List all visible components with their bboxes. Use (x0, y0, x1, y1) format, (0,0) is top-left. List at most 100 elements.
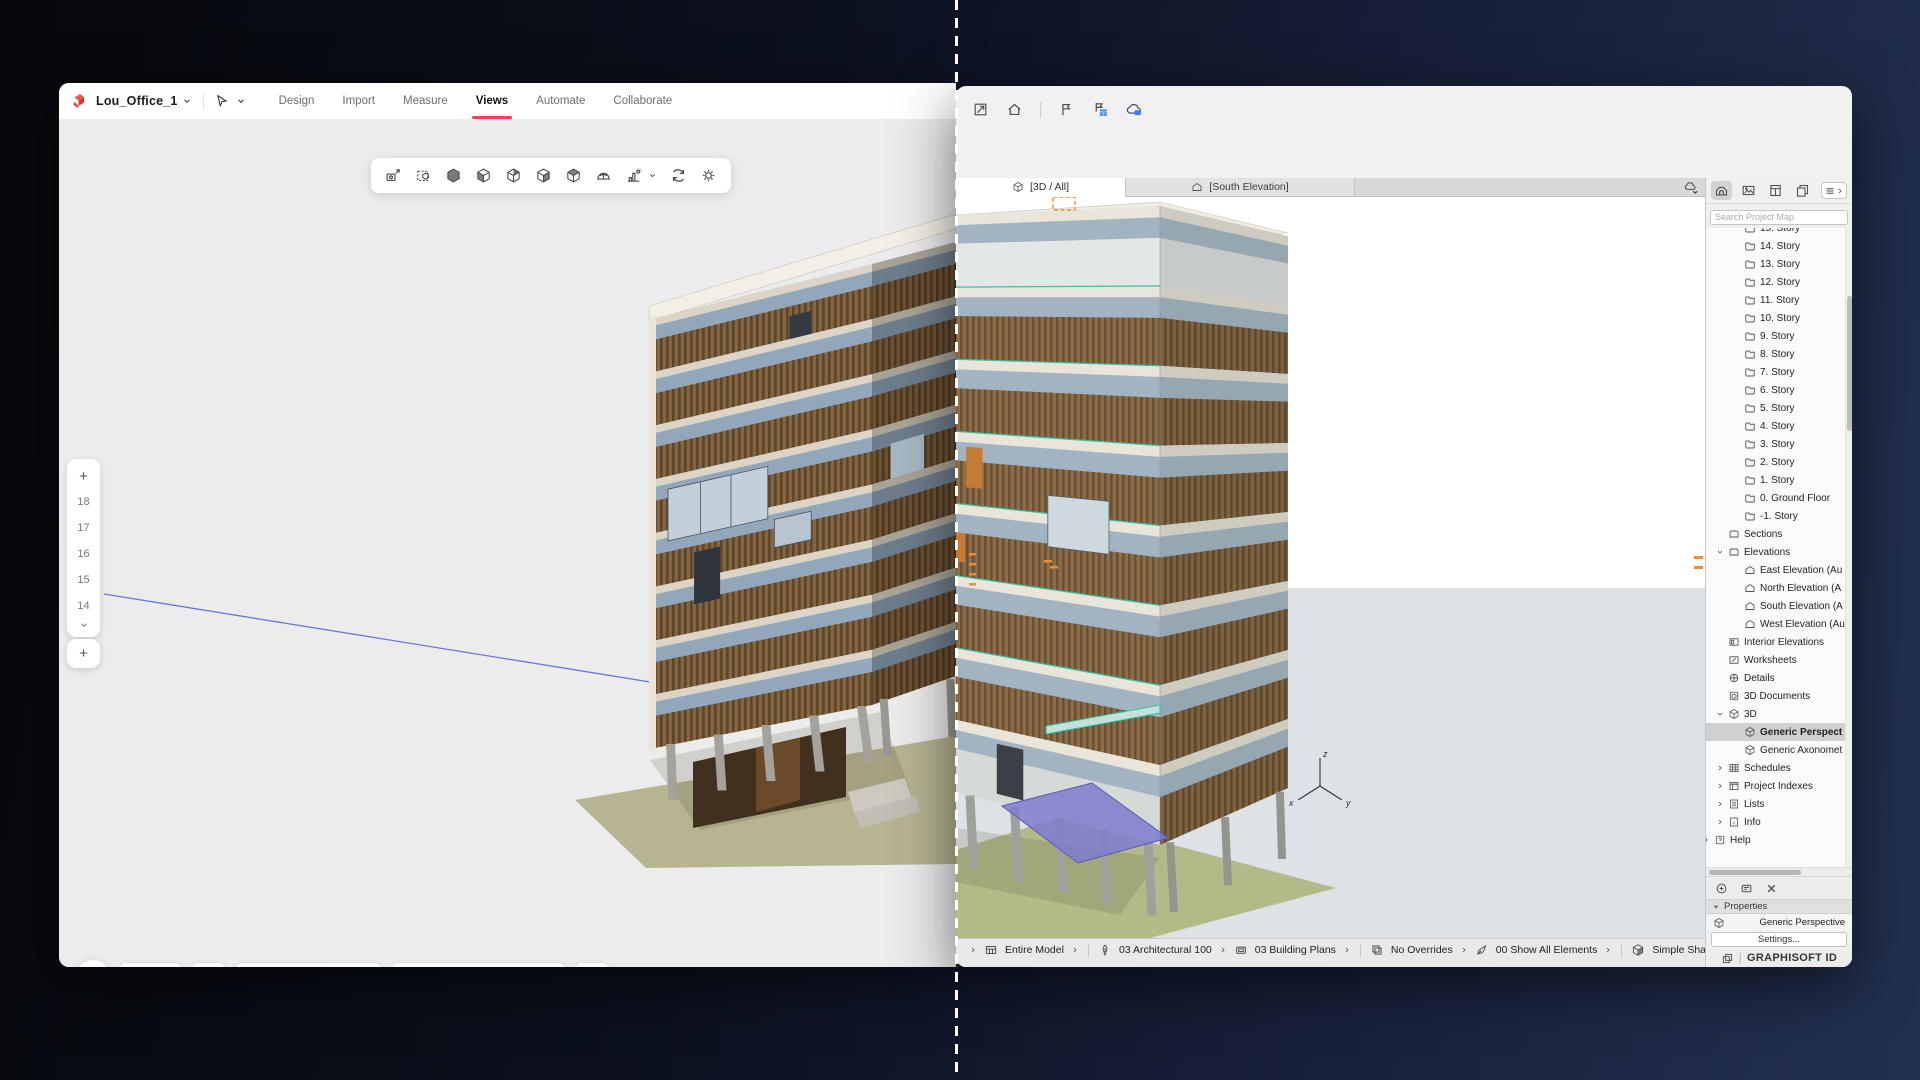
cube-solid-button[interactable] (445, 167, 462, 184)
tree-item-13-story[interactable]: 13. Story (1706, 255, 1845, 273)
project-chevron-down-icon[interactable] (182, 96, 192, 106)
menu-item-automate[interactable]: Automate (522, 83, 599, 119)
section-box-button[interactable] (415, 167, 432, 184)
tree-item-north-elevation-a[interactable]: North Elevation (A (1706, 579, 1845, 597)
tree-item-details[interactable]: Details (1706, 669, 1845, 687)
add-story-button[interactable]: + (67, 639, 100, 668)
tree-item-interior-elevations[interactable]: Interior Elevations (1706, 633, 1845, 651)
status-pen-set[interactable]: 03 Architectural 100 (1119, 944, 1212, 956)
tree-item-east-elevation-au[interactable]: East Elevation (Au (1706, 561, 1845, 579)
status-element-filter[interactable]: 00 Show All Elements (1496, 944, 1598, 956)
tree-item-worksheets[interactable]: Worksheets (1706, 651, 1845, 669)
chev-right-icon[interactable] (1460, 946, 1468, 954)
tree-item-5-story[interactable]: 5. Story (1706, 399, 1845, 417)
tree-item-12-story[interactable]: 12. Story (1706, 273, 1845, 291)
tree-item-3-story[interactable]: 3. Story (1706, 435, 1845, 453)
tree-item-10-story[interactable]: 10. Story (1706, 309, 1845, 327)
element-filter-icon[interactable] (1475, 943, 1489, 957)
status-scroll-chevron-icon[interactable] (969, 946, 977, 954)
cube-left-button[interactable] (475, 167, 492, 184)
tree-item-8-story[interactable]: 8. Story (1706, 345, 1845, 363)
flag-favorites-button[interactable] (1092, 101, 1109, 118)
chev-right-icon[interactable] (1343, 946, 1351, 954)
tree-chevron-icon[interactable] (1706, 836, 1710, 844)
graphic-overrides-icon[interactable] (1370, 943, 1384, 957)
fit-view-button[interactable] (972, 101, 989, 118)
tree-item-lists[interactable]: Lists (1706, 795, 1845, 813)
settings-gear-button[interactable] (700, 167, 717, 184)
project-name[interactable]: Lou_Office_1 (96, 94, 178, 108)
pen-set-icon[interactable] (1098, 943, 1112, 957)
tree-item-info[interactable]: Info (1706, 813, 1845, 831)
tree-item-6-story[interactable]: 6. Story (1706, 381, 1845, 399)
menu-item-import[interactable]: Import (328, 83, 389, 119)
story-item-17[interactable]: 17 (77, 515, 89, 541)
tree-item-schedules[interactable]: Schedules (1706, 759, 1845, 777)
tree-chevron-icon[interactable] (1716, 818, 1724, 826)
tab--3d-all-[interactable]: [3D / All] (956, 178, 1126, 197)
view-dialog-button[interactable] (1740, 882, 1753, 895)
story-item-14[interactable]: 14 (77, 593, 89, 619)
tree-item-11-story[interactable]: 11. Story (1706, 291, 1845, 309)
tree-item-help[interactable]: Help (1706, 831, 1845, 849)
quick-options-icon[interactable] (984, 943, 998, 957)
publisher-sets-button[interactable] (1792, 181, 1813, 200)
sun-path-button[interactable] (625, 167, 642, 184)
status-graphic-overrides[interactable]: No Overrides (1391, 944, 1453, 956)
menu-item-collaborate[interactable]: Collaborate (599, 83, 686, 119)
add-circle-button[interactable] (1715, 882, 1728, 895)
tree-item-9-story[interactable]: 9. Story (1706, 327, 1845, 345)
story-item-16[interactable]: 16 (77, 541, 89, 567)
tree-item-7-story[interactable]: 7. Story (1706, 363, 1845, 381)
layer-combination-icon[interactable] (1234, 943, 1248, 957)
tree-item-south-elevation-a[interactable]: South Elevation (A (1706, 597, 1845, 615)
teamwork-cloud-icon[interactable] (1684, 180, 1699, 195)
add-story-top-button[interactable]: + (79, 464, 88, 489)
tree-item-elevations[interactable]: Elevations (1706, 543, 1845, 561)
tree-chevron-icon[interactable] (1716, 782, 1724, 790)
tree-scrollbar[interactable] (1845, 228, 1852, 867)
menu-item-design[interactable]: Design (265, 83, 329, 119)
3d-model-right[interactable]: zxy (956, 197, 1705, 938)
tree-item-generic-axonomet[interactable]: Generic Axonomet (1706, 741, 1845, 759)
style-3d-icon[interactable] (1631, 943, 1645, 957)
archicad-3d-viewport[interactable]: zxy (956, 197, 1705, 938)
tree-h-scrollbar[interactable] (1706, 867, 1852, 876)
view-map-picture-button[interactable] (1738, 181, 1759, 200)
tree-item-project-indexes[interactable]: Project Indexes (1706, 777, 1845, 795)
tree-chevron-icon[interactable] (1716, 710, 1724, 718)
status-layer-combination[interactable]: 03 Building Plans (1255, 944, 1336, 956)
tree-item-3d-documents[interactable]: 3D Documents (1706, 687, 1845, 705)
story-item-18[interactable]: 18 (77, 489, 89, 515)
layout-book-button[interactable] (1765, 181, 1786, 200)
search-input[interactable] (1710, 210, 1848, 225)
cloud-sync-button[interactable] (1126, 101, 1143, 118)
cube-top-button[interactable] (565, 167, 582, 184)
window-stack-icon[interactable] (1721, 952, 1734, 965)
project-map-home-button[interactable] (1711, 181, 1732, 200)
home-button[interactable] (1006, 101, 1023, 118)
chev-right-icon[interactable] (1071, 946, 1079, 954)
chev-right-icon[interactable] (1219, 946, 1227, 954)
tree-item-0-ground-floor[interactable]: 0. Ground Floor (1706, 489, 1845, 507)
3d-model-left[interactable] (59, 120, 956, 967)
tree-item-1-story[interactable]: 1. Story (1706, 471, 1845, 489)
navigator-menu-button[interactable] (1821, 182, 1847, 199)
cube-corner-button[interactable] (505, 167, 522, 184)
tree-item-15-story[interactable]: 15. Story (1706, 228, 1845, 237)
tree-item-generic-perspect[interactable]: Generic Perspect (1706, 723, 1845, 741)
add-scene-button[interactable] (385, 167, 402, 184)
properties-header[interactable]: Properties (1706, 899, 1852, 914)
sync-button[interactable] (670, 167, 687, 184)
delete-x-button[interactable] (1765, 882, 1778, 895)
tree-item-4-story[interactable]: 4. Story (1706, 417, 1845, 435)
cube-right-button[interactable] (535, 167, 552, 184)
select-tool-button[interactable] (215, 94, 246, 108)
comment-button[interactable] (76, 960, 110, 967)
tree-item-14-story[interactable]: 14. Story (1706, 237, 1845, 255)
chev-right-icon[interactable] (1604, 946, 1612, 954)
tree-item-2-story[interactable]: 2. Story (1706, 453, 1845, 471)
tab--south-elevation-[interactable]: [South Elevation] (1126, 178, 1355, 196)
hidden-line-dome-button[interactable] (595, 167, 612, 184)
story-list-expand-icon[interactable] (79, 620, 89, 630)
